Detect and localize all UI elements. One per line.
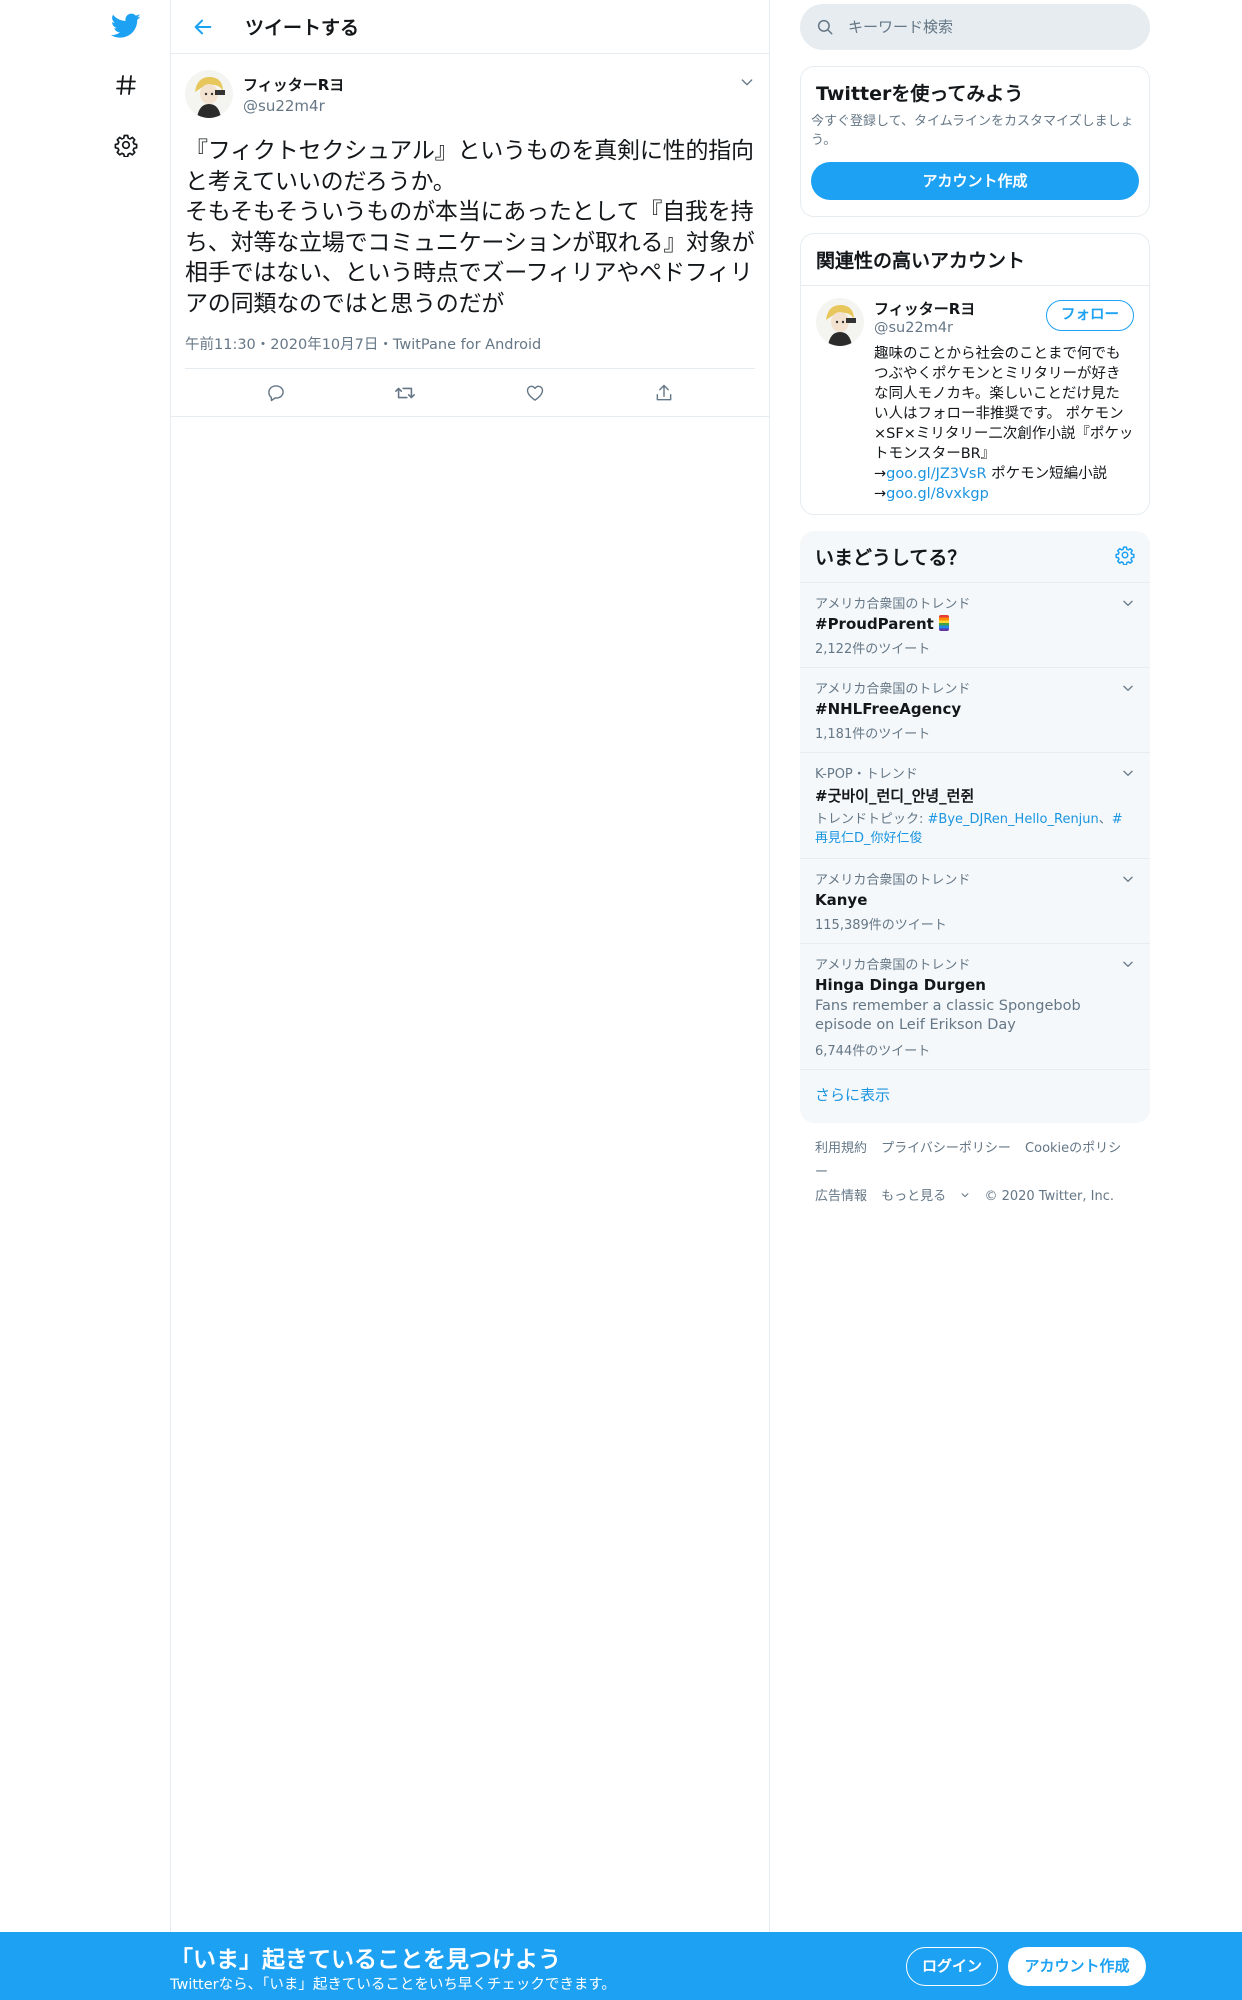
like-heart-icon[interactable] — [516, 374, 554, 412]
bottom-bar-subtitle: Twitterなら、「いま」起きていることをいち早くチェックできます。 — [170, 1977, 616, 1993]
trend-item[interactable]: アメリカ合衆国のトレンド Hinga Dinga Durgen Fans rem… — [800, 944, 1150, 1070]
trend-name: Kanye — [815, 891, 868, 909]
chevron-down-icon — [961, 1193, 969, 1198]
tweet-source: TwitPane for Android — [392, 337, 542, 353]
chevron-down-icon[interactable] — [1121, 595, 1135, 614]
login-button[interactable]: ログイン — [906, 1947, 998, 1986]
explore-hashtag-icon[interactable] — [110, 69, 142, 101]
trend-name: #ProudParent — [815, 615, 1135, 633]
related-accounts-title: 関連性の高いアカウント — [801, 234, 1149, 286]
trends-settings-gear-icon[interactable] — [1115, 545, 1135, 569]
trend-context: K-POP・トレンド — [815, 767, 918, 782]
main-column: ツイートする フィッターRヨ @su22m4r 『フィクトセクシュアル』というも… — [170, 0, 770, 1932]
footer-copyright: © 2020 Twitter, Inc. — [984, 1189, 1114, 1204]
trend-name: #NHLFreeAgency — [815, 700, 962, 718]
trend-tweet-count: 115,389件のツイート — [815, 918, 947, 933]
footer-privacy-link[interactable]: プライバシーポリシー — [881, 1141, 1011, 1156]
trend-context: アメリカ合衆国のトレンド — [815, 597, 971, 612]
avatar[interactable] — [816, 298, 864, 346]
bottom-signup-bar: 「いま」起きていることを見つけよう Twitterなら、「いま」起きていることを… — [0, 1932, 1242, 2000]
footer-ads-link[interactable]: 広告情報 — [815, 1189, 867, 1204]
trend-name: Hinga Dinga Durgen — [815, 976, 986, 994]
bio-arrow: → — [874, 486, 887, 502]
tweet-time[interactable]: 午前11:30 — [185, 337, 256, 353]
hashtag-emoji-icon — [939, 615, 950, 631]
twitter-logo-icon[interactable] — [110, 10, 142, 42]
retweet-icon[interactable] — [386, 374, 424, 412]
bio-arrow: → — [874, 466, 887, 482]
trend-tweet-count: 2,122件のツイート — [815, 642, 931, 657]
trend-context: アメリカ合衆国のトレンド — [815, 873, 971, 888]
tweet-meta: 午前11:30・2020年10月7日・TwitPane for Android — [185, 333, 755, 369]
author-handle[interactable]: @su22m4r — [243, 97, 344, 115]
follow-button[interactable]: フォロー — [1046, 300, 1134, 331]
related-account-bio: 趣味のことから社会のことまで何でもつぶやくポケモンとミリタリーが好きな同人モノカ… — [874, 344, 1134, 504]
tweet-date[interactable]: 2020年10月7日 — [270, 337, 378, 353]
share-icon[interactable] — [645, 374, 683, 412]
tweet-author-row[interactable]: フィッターRヨ @su22m4r — [185, 66, 755, 122]
tweet-detail: フィッターRヨ @su22m4r 『フィクトセクシュアル』というものを真剣に性的… — [171, 54, 769, 417]
chevron-down-icon[interactable] — [1121, 871, 1135, 890]
trend-tweet-count: 6,744件のツイート — [815, 1044, 931, 1059]
signup-card-description: 今すぐ登録して、タイムラインをカスタマイズしましょう。 — [811, 114, 1134, 148]
show-more-link[interactable]: さらに表示 — [800, 1070, 1150, 1123]
tweet-actions — [171, 369, 769, 417]
trend-topic-link[interactable]: #Bye_DJRen_Hello_Renjun — [928, 812, 1099, 827]
settings-gear-icon[interactable] — [110, 129, 142, 161]
bottom-create-account-button[interactable]: アカウント作成 — [1008, 1947, 1146, 1986]
bio-link[interactable]: goo.gl/8vxkgp — [886, 486, 989, 502]
reply-icon[interactable] — [257, 374, 295, 412]
trend-context: アメリカ合衆国のトレンド — [815, 958, 971, 973]
footer-more-link[interactable]: もっと見る — [881, 1189, 970, 1204]
trends-header: いまどうしてる？ — [800, 531, 1150, 583]
tweet-text: 『フィクトセクシュアル』というものを真剣に性的指向と考えていいのだろうか。 そも… — [185, 138, 755, 317]
back-arrow-icon[interactable] — [183, 7, 223, 47]
bio-text: 趣味のことから社会のことまで何でもつぶやくポケモンとミリタリーが好きな同人モノカ… — [874, 346, 1134, 462]
trend-item[interactable]: アメリカ合衆国のトレンド #NHLFreeAgency 1,181件のツイート — [800, 668, 1150, 753]
trend-topics: トレンドトピック: #Bye_DJRen_Hello_Renjun、#再見仁D_… — [815, 812, 1123, 846]
page-title: ツイートする — [245, 17, 360, 39]
signup-card-title: Twitterを使ってみよう — [816, 83, 1024, 105]
trend-item[interactable]: アメリカ合衆国のトレンド #ProudParent 2,122件のツイート — [800, 583, 1150, 668]
footer-links: 利用規約 プライバシーポリシー Cookieのポリシー 広告情報 もっと見る ©… — [800, 1123, 1150, 1223]
search-box[interactable] — [800, 4, 1150, 50]
tweet-menu-chevron-down-icon[interactable] — [739, 74, 755, 94]
related-account-item[interactable]: フィッターRヨ @su22m4r 趣味のことから社会のことまで何でもつぶやくポケ… — [801, 286, 1149, 514]
left-sidebar — [0, 0, 170, 2000]
trend-item[interactable]: アメリカ合衆国のトレンド Kanye 115,389件のツイート — [800, 859, 1150, 944]
trend-tweet-count: 1,181件のツイート — [815, 727, 931, 742]
trend-name: #굿바이_런디_안녕_런쥔 — [815, 787, 975, 805]
footer-terms-link[interactable]: 利用規約 — [815, 1141, 867, 1156]
trend-context: アメリカ合衆国のトレンド — [815, 682, 971, 697]
right-column: Twitterを使ってみよう 今すぐ登録して、タイムラインをカスタマイズしましょ… — [800, 0, 1150, 1223]
trends-card: いまどうしてる？ アメリカ合衆国のトレンド #ProudParent 2,122… — [800, 531, 1150, 1123]
related-accounts-card: 関連性の高いアカウント フィッターRヨ @su22m4r 趣味のことから社会のこ… — [800, 233, 1150, 515]
bio-link-suffix: ポケモン短編小説 — [986, 466, 1108, 482]
search-input[interactable] — [848, 18, 1108, 36]
trend-description: Fans remember a classic Spongebob episod… — [815, 998, 1081, 1033]
meta-separator: ・ — [255, 337, 271, 353]
create-account-button[interactable]: アカウント作成 — [811, 162, 1139, 200]
signup-card: Twitterを使ってみよう 今すぐ登録して、タイムラインをカスタマイズしましょ… — [800, 66, 1150, 217]
avatar[interactable] — [185, 70, 233, 118]
author-name[interactable]: フィッターRヨ — [243, 74, 344, 95]
main-header: ツイートする — [171, 0, 769, 54]
chevron-down-icon[interactable] — [1121, 956, 1135, 975]
chevron-down-icon[interactable] — [1121, 765, 1135, 784]
meta-separator: ・ — [378, 337, 393, 353]
search-icon — [817, 19, 833, 35]
trends-title: いまどうしてる？ — [815, 547, 967, 569]
bio-link[interactable]: goo.gl/JZ3VsR — [886, 466, 986, 482]
trend-item[interactable]: K-POP・トレンド #굿바이_런디_안녕_런쥔 トレンドトピック: #Bye_… — [800, 753, 1150, 859]
bottom-bar-title: 「いま」起きていることを見つけよう — [170, 1947, 561, 1973]
chevron-down-icon[interactable] — [1121, 680, 1135, 699]
